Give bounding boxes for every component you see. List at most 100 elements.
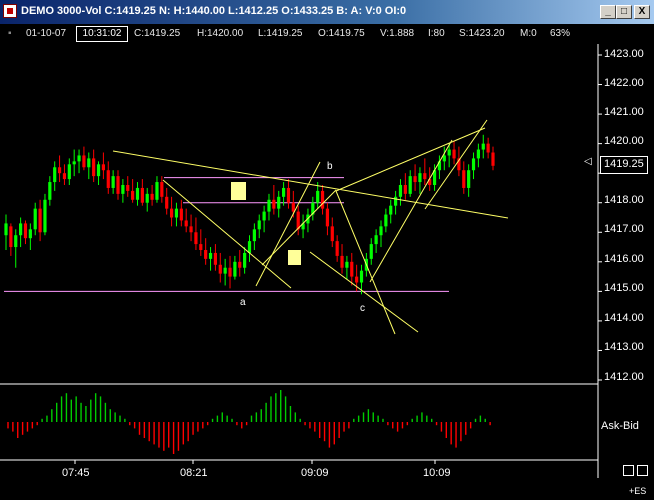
candle-body: [389, 205, 393, 215]
candle-body: [379, 226, 383, 236]
candle-body: [384, 214, 388, 227]
candle-body: [316, 190, 320, 203]
candle-body: [62, 173, 67, 180]
candle-body: [369, 244, 373, 259]
candle-body: [9, 226, 13, 248]
candle-body: [101, 164, 105, 171]
candle-body: [257, 220, 261, 230]
info-close: C:1419.25: [134, 28, 181, 39]
price-label: 1421.00: [604, 106, 644, 118]
candle-body: [330, 226, 334, 242]
candle-body: [413, 176, 417, 183]
candle-body: [418, 173, 422, 183]
layout-toggle-icon[interactable]: [637, 465, 648, 476]
info-m: M:0: [520, 28, 537, 39]
candle-body: [398, 185, 403, 197]
annotation-c: c: [360, 303, 365, 314]
candle-body: [57, 167, 62, 174]
price-label: 1413.00: [604, 341, 644, 353]
candle-body: [145, 193, 149, 203]
price-label: 1420.00: [604, 135, 644, 147]
info-date: 01-10-07: [26, 28, 67, 39]
marker-box-lower: [288, 250, 301, 265]
candle-body: [423, 173, 427, 180]
price-pointer-icon: ◁: [584, 156, 592, 167]
info-open: O:1419.75: [318, 28, 365, 39]
candle-body: [179, 208, 183, 221]
candle-body: [19, 223, 23, 236]
candle-body: [403, 185, 407, 194]
candle-body: [213, 252, 218, 265]
price-label: 1417.00: [604, 223, 644, 235]
candle-body: [28, 229, 32, 239]
candle-body: [14, 235, 18, 248]
candle-body: [111, 176, 115, 188]
candle-body: [72, 161, 76, 165]
candle-body: [340, 255, 344, 268]
candle-body: [48, 182, 52, 200]
candle-body: [155, 182, 159, 200]
candle-body: [252, 229, 256, 242]
price-label: 1423.00: [604, 48, 644, 60]
candle-body: [116, 176, 120, 194]
time-label: 10:09: [423, 467, 451, 479]
candle-body: [96, 164, 101, 177]
candle-body: [208, 252, 213, 259]
candle-body: [286, 187, 291, 203]
candle-body: [486, 143, 490, 153]
candle-body: [350, 261, 354, 277]
candle-body: [218, 264, 222, 274]
candle-body: [160, 182, 164, 197]
candle-body: [174, 208, 179, 218]
marker-box-upper: [231, 182, 246, 200]
candle-body: [320, 190, 325, 209]
candle-body: [476, 149, 480, 159]
candle-body: [135, 187, 140, 200]
candle-body: [194, 232, 198, 245]
candle-body: [199, 244, 203, 250]
time-label: 07:45: [62, 467, 90, 479]
candle-body: [277, 196, 281, 209]
candle-body: [471, 158, 476, 171]
candle-body: [355, 276, 359, 283]
candle-body: [335, 241, 339, 256]
price-label: 1412.00: [604, 371, 644, 383]
candle-body: [394, 196, 398, 206]
candle-body: [126, 185, 130, 191]
candle-body: [325, 208, 330, 227]
info-low: L:1419.25: [258, 28, 303, 39]
candle-body: [4, 223, 8, 236]
info-time[interactable]: 10:31:02: [76, 26, 128, 42]
candle-body: [140, 187, 144, 203]
current-price-label: 1419.25: [600, 156, 648, 174]
trend-line: [162, 179, 292, 289]
candle-body: [262, 211, 266, 221]
candle-body: [447, 149, 451, 156]
info-pct: 63%: [550, 28, 571, 39]
layout-toggle-icon[interactable]: [623, 465, 634, 476]
candle-body: [106, 170, 110, 188]
candle-body: [121, 185, 125, 194]
candle-body: [267, 199, 271, 212]
info-high: H:1420.00: [197, 28, 244, 39]
candle-body: [491, 152, 495, 166]
candle-body: [43, 199, 47, 233]
time-label: 09:09: [301, 467, 329, 479]
candle-body: [467, 170, 471, 188]
candle-body: [53, 167, 57, 183]
price-label: 1418.00: [604, 194, 644, 206]
price-label: 1416.00: [604, 253, 644, 265]
candle-body: [247, 241, 252, 253]
price-chart[interactable]: [0, 0, 654, 500]
price-label: 1422.00: [604, 77, 644, 89]
candle-body: [169, 208, 174, 218]
candle-body: [442, 155, 446, 162]
price-label: 1415.00: [604, 282, 644, 294]
candle-body: [233, 261, 237, 277]
candle-body: [462, 170, 466, 188]
candle-body: [238, 261, 242, 268]
annotation-b: b: [327, 161, 333, 172]
info-volume: V:1.888: [380, 28, 415, 39]
info-bullet: ▪: [8, 28, 12, 39]
candle-body: [223, 267, 227, 274]
